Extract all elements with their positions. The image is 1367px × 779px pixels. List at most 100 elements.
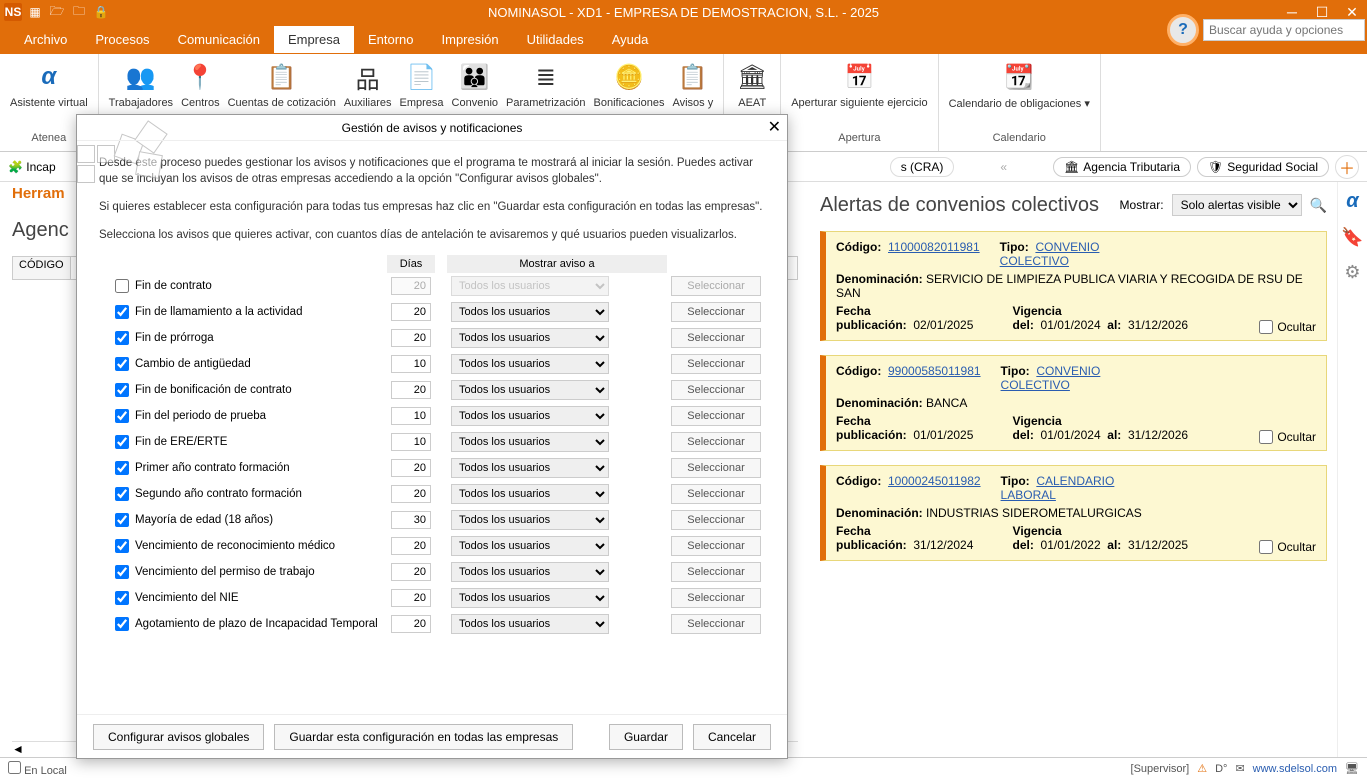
btn-calendario[interactable]: 📆Calendario de obligaciones ▾ (945, 57, 1094, 112)
row-user[interactable]: Todos los usuarios (451, 562, 609, 582)
row-days[interactable] (391, 355, 431, 373)
row-select-btn[interactable]: Seleccionar (671, 458, 761, 478)
btn-parametrizacion[interactable]: ≣Parametrización (502, 57, 589, 111)
row-days[interactable] (391, 563, 431, 581)
collapse-icon[interactable]: « (960, 160, 1047, 174)
row-select-btn[interactable]: Seleccionar (671, 302, 761, 322)
row-days[interactable] (391, 433, 431, 451)
alert-codigo[interactable]: 10000245011982 (888, 474, 981, 488)
tab-ayuda[interactable]: Ayuda (598, 26, 663, 53)
tab-procesos[interactable]: Procesos (81, 26, 163, 53)
row-days[interactable] (391, 381, 431, 399)
row-user[interactable]: Todos los usuarios (451, 380, 609, 400)
alert-codigo[interactable]: 11000082011981 (888, 240, 980, 254)
row-user[interactable]: Todos los usuarios (451, 354, 609, 374)
btn-guardar[interactable]: Guardar (609, 724, 683, 750)
row-days[interactable] (391, 459, 431, 477)
row-user[interactable]: Todos los usuarios (451, 276, 609, 296)
help-orb-icon[interactable]: ? (1167, 14, 1199, 46)
btn-bonificaciones[interactable]: 🪙Bonificaciones (590, 57, 669, 111)
row-days[interactable] (391, 407, 431, 425)
bookmark-icon[interactable]: 🔖 (1341, 227, 1363, 248)
row-check[interactable] (115, 617, 129, 631)
d-icon[interactable]: D° (1215, 763, 1227, 775)
tab-empresa[interactable]: Empresa (274, 26, 354, 53)
row-check[interactable] (115, 435, 129, 449)
row-days[interactable] (391, 303, 431, 321)
row-user[interactable]: Todos los usuarios (451, 458, 609, 478)
subbar-left[interactable]: 🧩 Incap (8, 160, 56, 174)
tab-archivo[interactable]: Archivo (10, 26, 81, 53)
row-user[interactable]: Todos los usuarios (451, 302, 609, 322)
row-user[interactable]: Todos los usuarios (451, 510, 609, 530)
row-check[interactable] (115, 331, 129, 345)
row-days[interactable] (391, 329, 431, 347)
row-user[interactable]: Todos los usuarios (451, 484, 609, 504)
row-check[interactable] (115, 409, 129, 423)
row-select-btn[interactable]: Seleccionar (671, 354, 761, 374)
row-check[interactable] (115, 487, 129, 501)
row-user[interactable]: Todos los usuarios (451, 406, 609, 426)
tab-impresion[interactable]: Impresión (428, 26, 513, 53)
row-select-btn[interactable]: Seleccionar (671, 614, 761, 634)
status-url[interactable]: www.sdelsol.com (1253, 763, 1337, 775)
btn-auxiliares[interactable]: 品Auxiliares (340, 57, 396, 111)
row-select-btn[interactable]: Seleccionar (671, 536, 761, 556)
row-select-btn[interactable]: Seleccionar (671, 380, 761, 400)
link-agencia[interactable]: 🏛 Agencia Tributaria (1053, 157, 1191, 177)
row-days[interactable] (391, 485, 431, 503)
row-days[interactable] (391, 511, 431, 529)
dialog-close-button[interactable]: ✕ (768, 117, 781, 137)
row-check[interactable] (115, 461, 129, 475)
btn-save-all[interactable]: Guardar esta configuración en todas las … (274, 724, 573, 750)
row-user[interactable]: Todos los usuarios (451, 328, 609, 348)
status-check[interactable] (8, 761, 21, 774)
row-days[interactable] (391, 615, 431, 633)
gear-icon[interactable]: ⚙ (1344, 262, 1360, 283)
btn-cancelar[interactable]: Cancelar (693, 724, 771, 750)
alert-ocultar-check[interactable] (1259, 320, 1273, 334)
row-check[interactable] (115, 279, 129, 293)
row-days[interactable] (391, 277, 431, 295)
alert-ocultar-check[interactable] (1259, 540, 1273, 554)
row-check[interactable] (115, 539, 129, 553)
search-icon[interactable]: 🔍 (1310, 197, 1327, 214)
row-user[interactable]: Todos los usuarios (451, 588, 609, 608)
row-check[interactable] (115, 565, 129, 579)
link-seguridad[interactable]: 🛡 Seguridad Social (1197, 157, 1329, 177)
btn-asistente[interactable]: αAsistente virtual (6, 57, 92, 111)
row-check[interactable] (115, 357, 129, 371)
row-select-btn[interactable]: Seleccionar (671, 276, 761, 296)
alert-ocultar-check[interactable] (1259, 430, 1273, 444)
btn-aperturar[interactable]: 📅Aperturar siguiente ejercicio (787, 57, 931, 111)
row-select-btn[interactable]: Seleccionar (671, 328, 761, 348)
warn-icon[interactable]: ⚠ (1197, 762, 1207, 775)
row-select-btn[interactable]: Seleccionar (671, 588, 761, 608)
tab-comunicacion[interactable]: Comunicación (164, 26, 274, 53)
row-check[interactable] (115, 591, 129, 605)
alpha-icon[interactable]: α (1346, 190, 1358, 213)
btn-centros[interactable]: 📍Centros (177, 57, 224, 111)
btn-config-global[interactable]: Configurar avisos globales (93, 724, 264, 750)
mail-icon[interactable]: ✉ (1235, 762, 1244, 775)
btn-trabajadores[interactable]: 👥Trabajadores (105, 57, 177, 111)
row-select-btn[interactable]: Seleccionar (671, 510, 761, 530)
row-select-btn[interactable]: Seleccionar (671, 432, 761, 452)
btn-avisos[interactable]: 📋Avisos y (668, 57, 717, 111)
row-check[interactable] (115, 383, 129, 397)
btn-convenio[interactable]: 👪Convenio (448, 57, 502, 111)
add-link-button[interactable]: ＋ (1335, 155, 1359, 179)
row-check[interactable] (115, 305, 129, 319)
btn-cuentas[interactable]: 📋Cuentas de cotización (224, 57, 340, 111)
col-codigo[interactable]: CÓDIGO (13, 257, 71, 279)
row-select-btn[interactable]: Seleccionar (671, 406, 761, 426)
tab-utilidades[interactable]: Utilidades (513, 26, 598, 53)
alerts-filter-select[interactable]: Solo alertas visibles (1172, 194, 1302, 216)
row-user[interactable]: Todos los usuarios (451, 536, 609, 556)
cra-tab[interactable]: s (CRA) (890, 157, 955, 177)
alert-codigo[interactable]: 99000585011981 (888, 364, 981, 378)
row-days[interactable] (391, 537, 431, 555)
btn-empresa[interactable]: 📄Empresa (396, 57, 448, 111)
row-days[interactable] (391, 589, 431, 607)
help-search-input[interactable] (1203, 19, 1365, 41)
